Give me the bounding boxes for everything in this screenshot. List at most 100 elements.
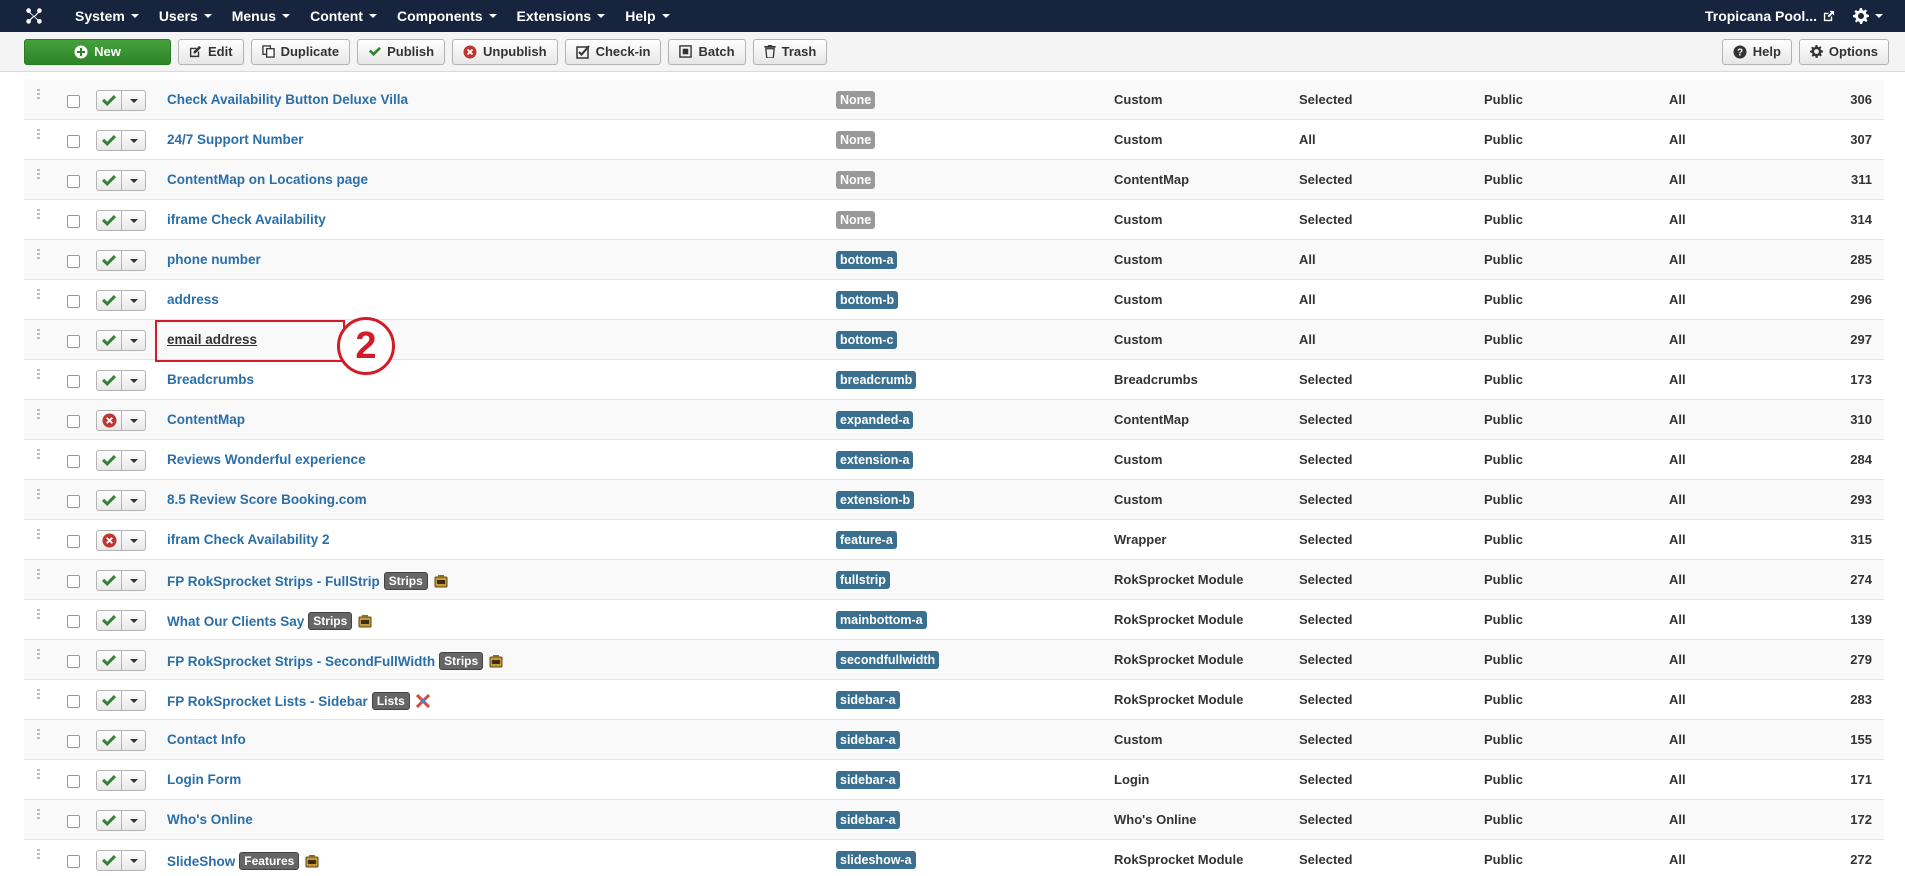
status-dropdown-toggle[interactable] [121,290,146,311]
status-dropdown-toggle[interactable] [121,330,146,351]
drag-handle-icon[interactable] [37,169,41,183]
status-dropdown-toggle[interactable] [121,690,146,711]
drag-handle-icon[interactable] [37,409,41,423]
status-dropdown-toggle[interactable] [121,490,146,511]
site-preview-link[interactable]: Tropicana Pool... [1705,8,1853,24]
row-checkbox[interactable] [67,415,80,428]
published-check-icon[interactable] [96,330,121,351]
module-title-link[interactable]: Login Form [167,772,241,787]
drag-handle-icon[interactable] [37,449,41,463]
published-check-icon[interactable] [96,90,121,111]
status-dropdown-toggle[interactable] [121,130,146,151]
published-check-icon[interactable] [96,250,121,271]
module-title-link[interactable]: 24/7 Support Number [167,132,304,147]
status-dropdown-toggle[interactable] [121,90,146,111]
row-checkbox[interactable] [67,815,80,828]
published-check-icon[interactable] [96,570,121,591]
row-checkbox[interactable] [67,215,80,228]
drag-handle-icon[interactable] [37,529,41,543]
row-checkbox[interactable] [67,175,80,188]
menu-content[interactable]: Content [300,0,387,32]
options-button[interactable]: Options [1798,38,1889,65]
status-dropdown-toggle[interactable] [121,410,146,431]
published-check-icon[interactable] [96,850,121,871]
module-title-link[interactable]: iframe Check Availability [167,212,326,227]
status-dropdown-toggle[interactable] [121,650,146,671]
row-checkbox[interactable] [67,735,80,748]
user-settings-menu[interactable] [1853,8,1905,24]
row-checkbox[interactable] [67,855,80,868]
unpublished-x-icon[interactable] [96,530,121,551]
drag-handle-icon[interactable] [37,649,41,663]
help-button[interactable]: ? Help [1721,38,1792,65]
drag-handle-icon[interactable] [37,769,41,783]
module-title-link[interactable]: FP RokSprocket Strips - SecondFullWidth S… [167,652,503,670]
unpublish-button[interactable]: Unpublish [452,38,558,65]
drag-handle-icon[interactable] [37,209,41,223]
menu-users[interactable]: Users [149,0,222,32]
module-title-link[interactable]: ContentMap on Locations page [167,172,368,187]
drag-handle-icon[interactable] [37,329,41,343]
module-title-link[interactable]: Who's Online [167,812,253,827]
row-checkbox[interactable] [67,95,80,108]
published-check-icon[interactable] [96,130,121,151]
row-checkbox[interactable] [67,615,80,628]
status-dropdown-toggle[interactable] [121,250,146,271]
unpublished-x-icon[interactable] [96,410,121,431]
drag-handle-icon[interactable] [37,129,41,143]
module-title-link[interactable]: What Our Clients Say Strips [167,612,372,630]
module-title-link[interactable]: ifram Check Availability 2 [167,532,330,547]
joomla-logo-icon[interactable] [18,0,50,32]
menu-help[interactable]: Help [615,0,679,32]
drag-handle-icon[interactable] [37,249,41,263]
row-checkbox[interactable] [67,455,80,468]
status-dropdown-toggle[interactable] [121,450,146,471]
status-dropdown-toggle[interactable] [121,210,146,231]
row-checkbox[interactable] [67,535,80,548]
drag-handle-icon[interactable] [37,369,41,383]
published-check-icon[interactable] [96,210,121,231]
row-checkbox[interactable] [67,335,80,348]
drag-handle-icon[interactable] [37,289,41,303]
published-check-icon[interactable] [96,370,121,391]
duplicate-button[interactable]: Duplicate [250,38,351,65]
published-check-icon[interactable] [96,690,121,711]
checkin-button[interactable]: Check-in [564,38,662,65]
trash-button[interactable]: Trash [752,38,828,65]
module-title-link[interactable]: FP RokSprocket Lists - Sidebar Lists [167,692,430,710]
module-title-link[interactable]: 8.5 Review Score Booking.com [167,492,367,507]
menu-menus[interactable]: Menus [222,0,300,32]
row-checkbox[interactable] [67,295,80,308]
module-title-link[interactable]: phone number [167,252,261,267]
published-check-icon[interactable] [96,490,121,511]
edit-button[interactable]: Edit [178,38,244,65]
published-check-icon[interactable] [96,170,121,191]
status-dropdown-toggle[interactable] [121,570,146,591]
menu-system[interactable]: System [65,0,149,32]
module-title-link[interactable]: address [167,292,219,307]
drag-handle-icon[interactable] [37,489,41,503]
drag-handle-icon[interactable] [37,809,41,823]
module-title-link[interactable]: Breadcrumbs [167,372,254,387]
published-check-icon[interactable] [96,810,121,831]
module-title-link[interactable]: Contact Info [167,732,246,747]
menu-extensions[interactable]: Extensions [507,0,616,32]
batch-button[interactable]: Batch [668,38,746,65]
row-checkbox[interactable] [67,135,80,148]
drag-handle-icon[interactable] [37,729,41,743]
status-dropdown-toggle[interactable] [121,530,146,551]
module-title-link[interactable]: FP RokSprocket Strips - FullStrip Strips [167,572,448,590]
row-checkbox[interactable] [67,695,80,708]
status-dropdown-toggle[interactable] [121,770,146,791]
row-checkbox[interactable] [67,255,80,268]
drag-handle-icon[interactable] [37,849,41,863]
row-checkbox[interactable] [67,575,80,588]
status-dropdown-toggle[interactable] [121,170,146,191]
row-checkbox[interactable] [67,495,80,508]
module-title-link[interactable]: ContentMap [167,412,245,427]
menu-components[interactable]: Components [387,0,507,32]
published-check-icon[interactable] [96,770,121,791]
module-title-link[interactable]: SlideShow Features [167,852,319,870]
status-dropdown-toggle[interactable] [121,610,146,631]
status-dropdown-toggle[interactable] [121,850,146,871]
